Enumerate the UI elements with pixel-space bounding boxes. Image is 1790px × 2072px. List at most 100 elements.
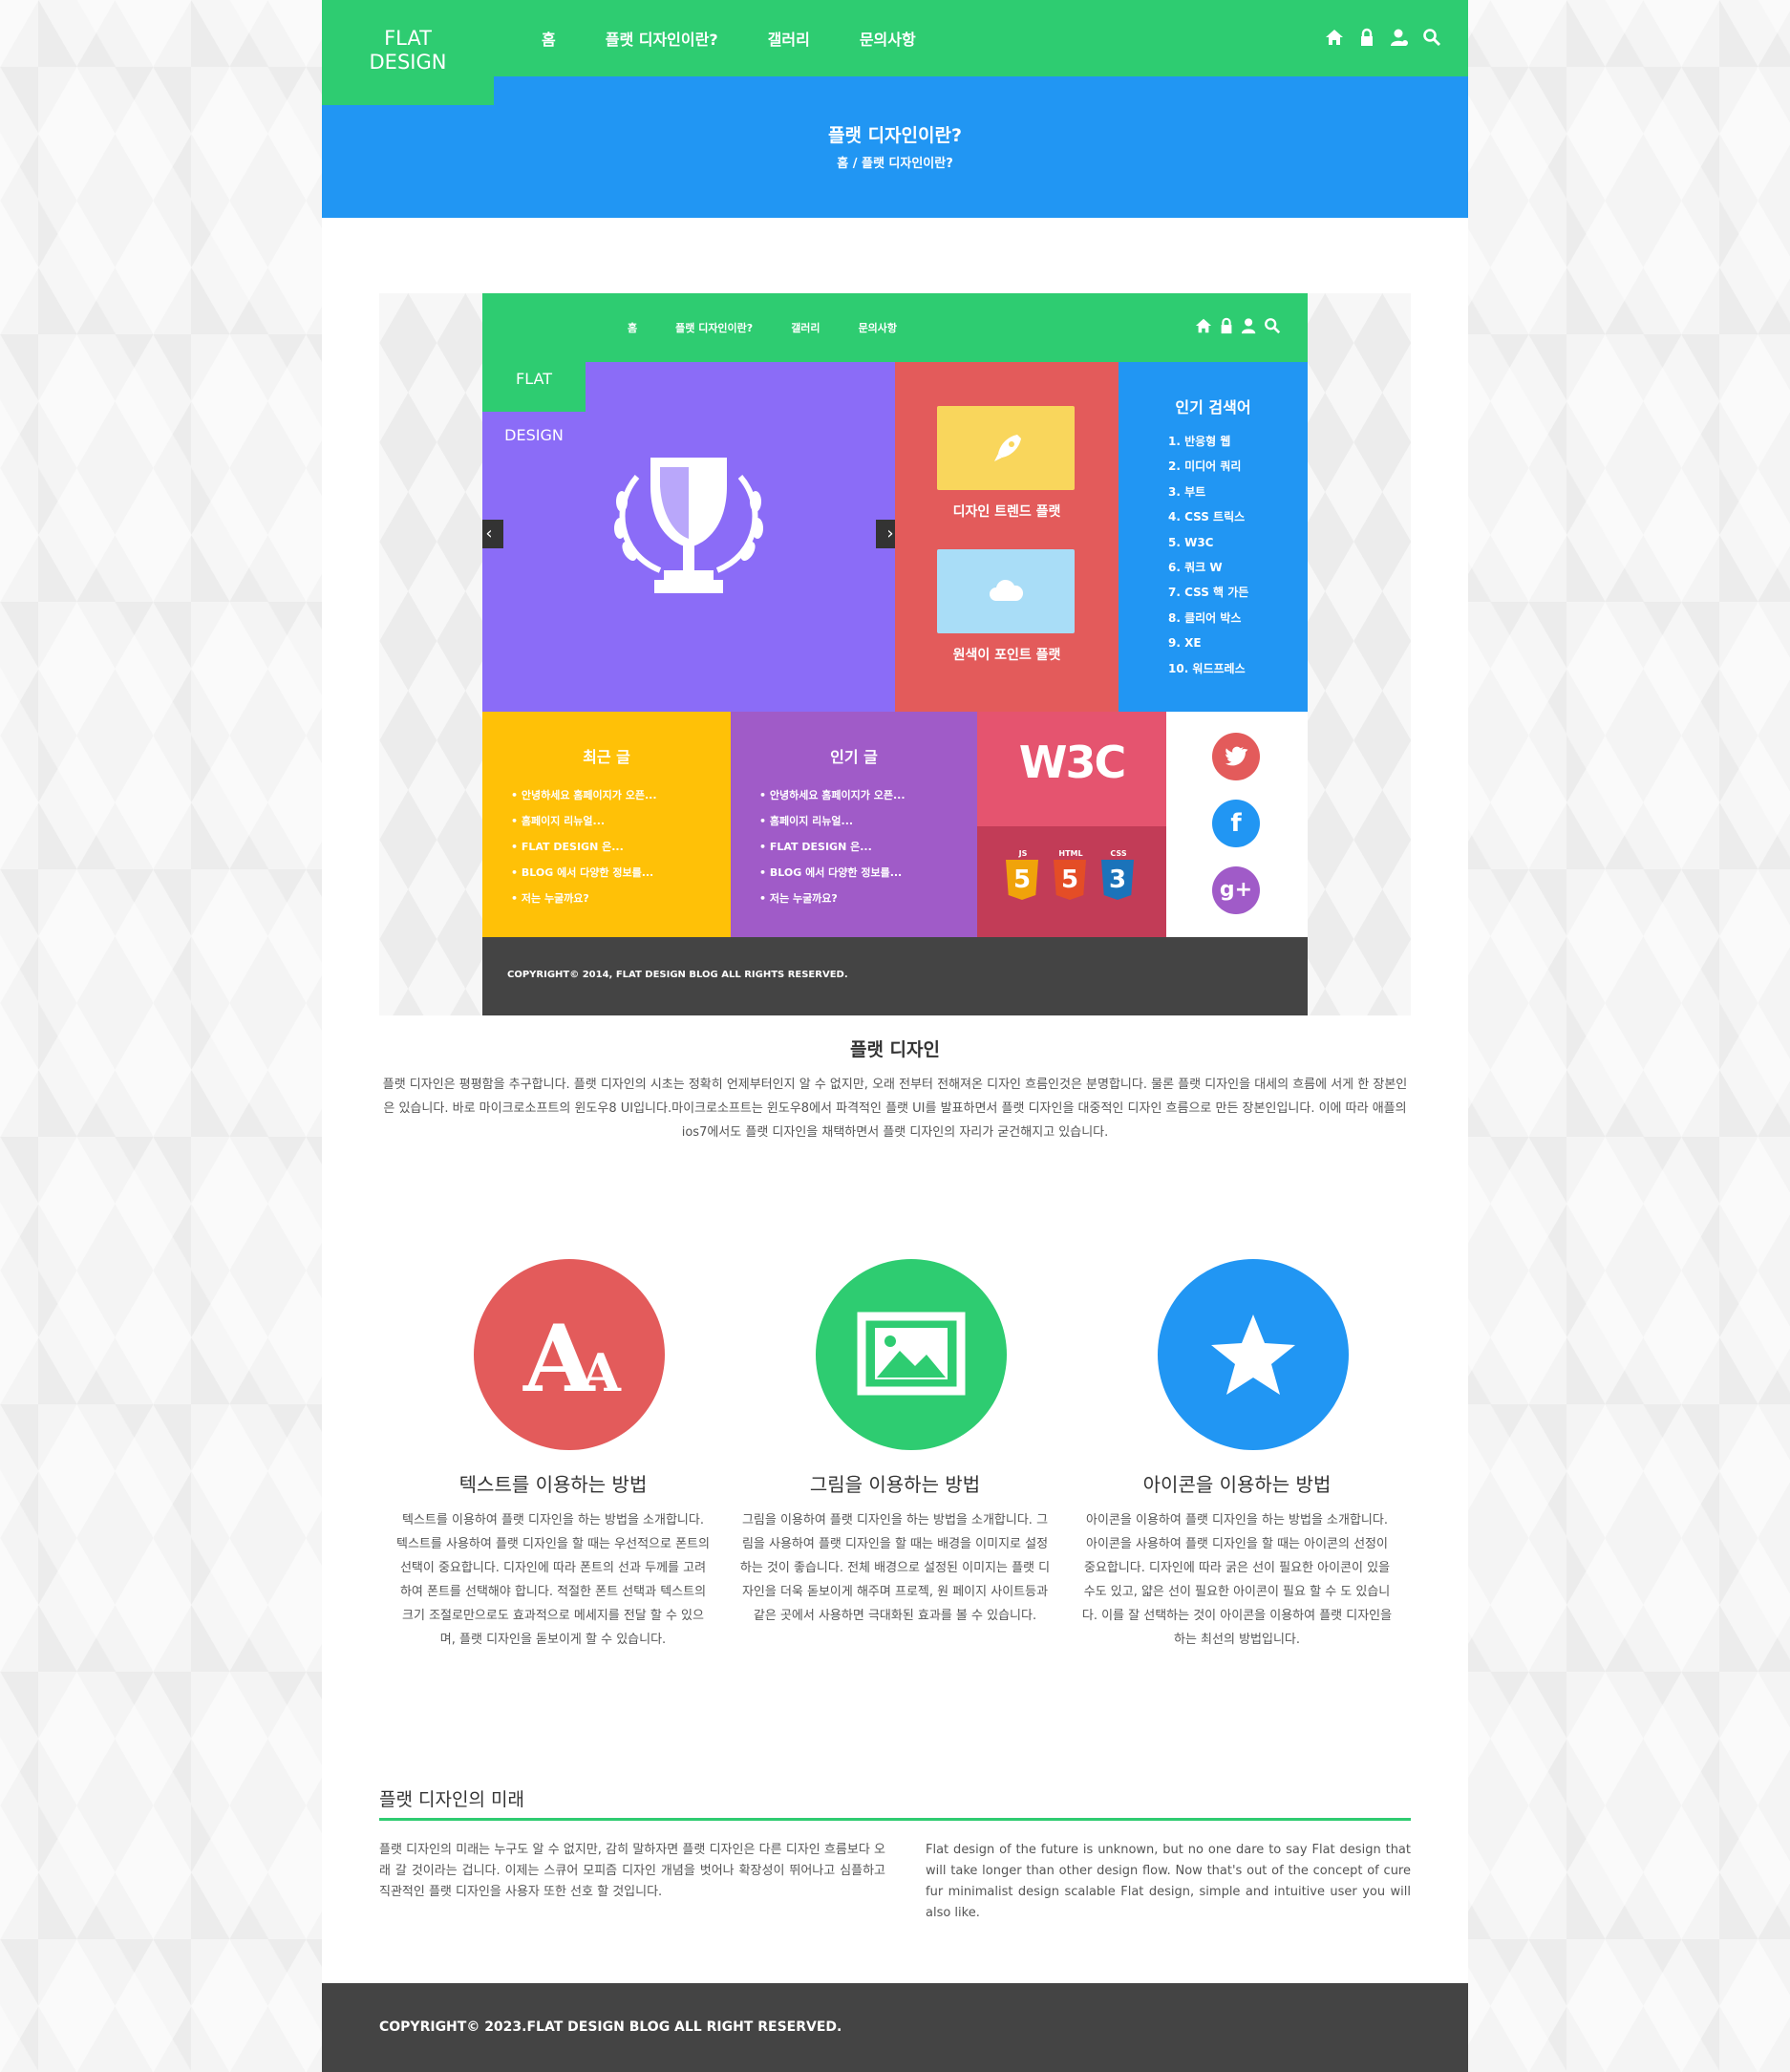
list-item: 저는 누굴까요? (511, 886, 657, 911)
feature-circle (816, 1259, 1007, 1450)
home-icon (1195, 318, 1212, 333)
cloud-icon (990, 579, 1024, 601)
mock-logo: FLAT DESIGN (482, 293, 586, 444)
mock-popular-search: 인기 검색어 1. 반응형 웹 2. 미디어 쿼리 3. 부트 4. CSS 트… (1119, 362, 1308, 712)
mock-popular-title: 인기 글 (830, 748, 878, 766)
feature-title: 그림을 이용하는 방법 (809, 1473, 981, 1496)
mock-rocket-tile (937, 406, 1075, 490)
html5-badge: HTML 5 (1054, 849, 1088, 900)
hero-image: FLAT DESIGN 홈 플랫 디자인이란? 갤러리 문의사항 ‹ › 디자인… (379, 293, 1411, 1015)
list-item: 1. 반응형 웹 (1168, 435, 1231, 448)
list-item: 4. CSS 트릭스 (1168, 510, 1246, 524)
page: FLAT DESIGN 홈 플랫 디자인이란? 갤러리 문의사항 플랫 디자인이… (322, 0, 1468, 2072)
list-item: 저는 누굴까요? (759, 886, 906, 911)
google-plus-icon: g+ (1212, 866, 1260, 914)
feature-circle: A A (474, 1259, 665, 1450)
list-item: FLAT DESIGN 은... (511, 834, 657, 860)
nav-contact[interactable]: 문의사항 (860, 27, 916, 50)
svg-text:A: A (580, 1342, 622, 1403)
slider-prev-button[interactable]: ‹ (482, 520, 503, 548)
list-item: 8. 클리어 박스 (1168, 610, 1242, 625)
lock-icon[interactable] (1357, 27, 1376, 48)
mock-recent-posts: 최근 글 안녕하세요 홈페이지가 오픈... 홈페이지 리뉴얼... FLAT … (482, 712, 731, 937)
user-icon[interactable] (1390, 27, 1409, 48)
feature-circle (1158, 1259, 1349, 1450)
mock-logo-line-2: DESIGN (504, 426, 564, 444)
future-text-english: Flat design of the future is unknown, bu… (926, 1843, 1411, 1920)
search-icon (1265, 318, 1281, 334)
feature-body: 그림을 이용하여 플랫 디자인을 하는 방법을 소개합니다. 그림을 사용하여 … (739, 1513, 1051, 1623)
page-title: 플랫 디자인이란? (828, 125, 962, 146)
lock-icon (1221, 317, 1232, 334)
mock-social-panel: f g+ (1166, 712, 1308, 937)
list-item: 9. XE (1168, 636, 1202, 651)
divider (379, 1818, 1411, 1821)
list-item: 6. 쿼크 W (1168, 561, 1223, 575)
list-item: 3. 부트 (1168, 484, 1206, 499)
feature-title: 아이콘을 이용하는 방법 (1142, 1473, 1332, 1496)
w3c-logo: W3C (1018, 737, 1127, 788)
footer-copyright: COPYRIGHT© 2023.FLAT DESIGN BLOG ALL RIG… (379, 2019, 842, 2035)
mock-popular-posts: 인기 글 안녕하세요 홈페이지가 오픈... 홈페이지 리뉴얼... FLAT … (731, 712, 977, 937)
home-icon[interactable] (1325, 27, 1344, 48)
mock-nav-gallery: 갤러리 (791, 322, 820, 334)
mock-recent-title: 최근 글 (583, 748, 630, 766)
future-section-title: 플랫 디자인의 미래 (379, 1789, 524, 1810)
mock-tech-badges: JS 5 HTML 5 CSS 3 (977, 826, 1166, 937)
css3-badge: CSS 3 (1101, 849, 1136, 900)
mock-search-list: 1. 반응형 웹 2. 미디어 쿼리 3. 부트 4. CSS 트릭스 5. W… (1168, 429, 1248, 681)
mock-tile-label-2: 원색이 포인트 플랫 (952, 648, 1061, 663)
feature-body: 텍스트를 이용하여 플랫 디자인을 하는 방법을 소개합니다. 텍스트를 사용하… (396, 1513, 710, 1647)
mock-recent-list: 안녕하세요 홈페이지가 오픈... 홈페이지 리뉴얼... FLAT DESIG… (511, 782, 657, 911)
footer: COPYRIGHT© 2023.FLAT DESIGN BLOG ALL RIG… (322, 1983, 1468, 2072)
facebook-icon: f (1212, 800, 1260, 847)
feature-title: 텍스트를 이용하는 방법 (458, 1473, 648, 1496)
list-item: BLOG 에서 다양한 정보를... (511, 860, 657, 886)
mock-logo-line-1: FLAT (516, 370, 552, 388)
user-icon (1241, 318, 1256, 334)
mock-nav: 홈 플랫 디자인이란? 갤러리 문의사항 (628, 320, 897, 335)
main-nav: 홈 플랫 디자인이란? 갤러리 문의사항 (542, 0, 966, 76)
list-item: 안녕하세요 홈페이지가 오픈... (759, 782, 906, 808)
list-item: 5. W3C (1168, 535, 1214, 549)
list-item: 7. CSS 핵 가든 (1168, 586, 1249, 600)
js-badge: JS 5 (1006, 849, 1040, 900)
mock-header-icons (1195, 316, 1281, 335)
twitter-icon (1212, 733, 1260, 780)
logo-line-2: DESIGN (369, 51, 447, 74)
mock-footer: COPYRIGHT© 2014, FLAT DESIGN BLOG ALL RI… (482, 937, 1308, 1015)
logo-line-1: FLAT (384, 27, 432, 50)
header-icons (1325, 27, 1441, 48)
mock-cloud-tile (937, 549, 1075, 633)
mock-nav-about: 플랫 디자인이란? (675, 322, 754, 334)
future-text-korean: 플랫 디자인의 미래는 누구도 알 수 없지만, 감히 말하자면 플랫 디자인은… (379, 1843, 885, 1899)
list-item: 홈페이지 리뉴얼... (759, 808, 906, 834)
feature-body: 아이콘을 이용하여 플랫 디자인을 하는 방법을 소개합니다. 아이콘을 사용하… (1081, 1513, 1393, 1647)
article-title: 플랫 디자인 (849, 1039, 940, 1060)
mock-nav-contact: 문의사항 (858, 322, 898, 334)
list-item: 안녕하세요 홈페이지가 오픈... (511, 782, 657, 808)
mock-footer-text: COPYRIGHT© 2014, FLAT DESIGN BLOG ALL RI… (507, 970, 848, 980)
search-icon[interactable] (1422, 27, 1441, 48)
font-icon: A A (522, 1305, 622, 1413)
mock-popular-list: 안녕하세요 홈페이지가 오픈... 홈페이지 리뉴얼... FLAT DESIG… (759, 782, 906, 911)
nav-gallery[interactable]: 갤러리 (768, 27, 810, 50)
rocket-icon (994, 435, 1021, 461)
mock-trend-panel: 디자인 트렌드 플랫 원색이 포인트 플랫 (895, 362, 1119, 712)
mock-tile-label-1: 디자인 트렌드 플랫 (952, 504, 1061, 520)
list-item: FLAT DESIGN 은... (759, 834, 906, 860)
star-icon (1211, 1314, 1295, 1395)
site-preview-mockup: FLAT DESIGN 홈 플랫 디자인이란? 갤러리 문의사항 ‹ › 디자인… (482, 293, 1308, 1015)
nav-about-flat[interactable]: 플랫 디자인이란? (606, 27, 718, 50)
list-item: 2. 미디어 쿼리 (1168, 459, 1242, 474)
trophy-icon (614, 458, 763, 593)
page-banner (322, 76, 1468, 218)
nav-home[interactable]: 홈 (542, 27, 556, 50)
mock-w3c-panel: W3C (977, 712, 1166, 826)
list-item: 10. 워드프레스 (1168, 661, 1246, 675)
site-logo[interactable]: FLAT DESIGN (322, 0, 494, 105)
mock-nav-home: 홈 (628, 322, 638, 334)
list-item: 홈페이지 리뉴얼... (511, 808, 657, 834)
breadcrumb: 홈 / 플랫 디자인이란? (837, 157, 953, 171)
list-item: BLOG 에서 다양한 정보를... (759, 860, 906, 886)
